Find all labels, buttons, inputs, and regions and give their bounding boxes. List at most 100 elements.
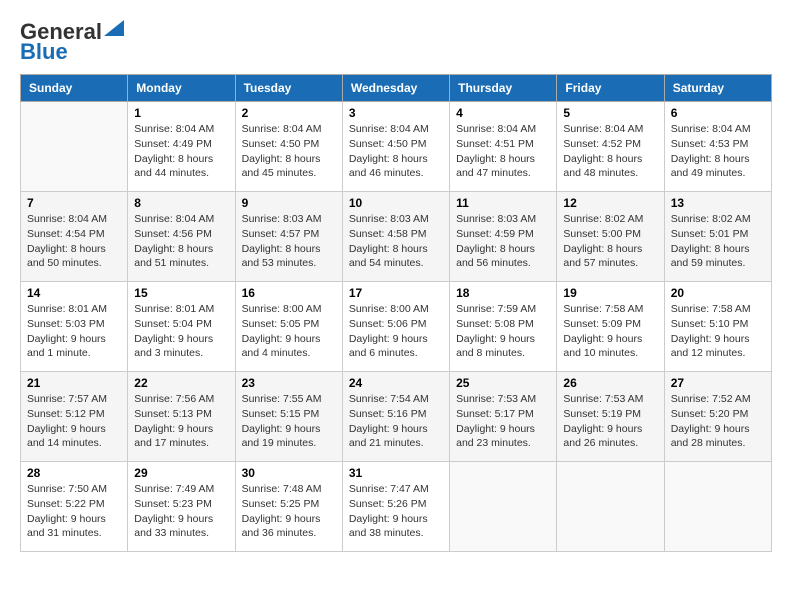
day-info: Sunrise: 8:04 AMSunset: 4:51 PMDaylight:… [456, 122, 550, 181]
day-number: 8 [134, 196, 228, 210]
calendar-cell: 31Sunrise: 7:47 AMSunset: 5:26 PMDayligh… [342, 462, 449, 552]
calendar-cell: 20 Sunrise: 7:58 AMSunset: 5:10 PMDayligh… [664, 282, 771, 372]
calendar-cell: 27 Sunrise: 7:52 AMSunset: 5:20 PMDayligh… [664, 372, 771, 462]
calendar-cell: 10Sunrise: 8:03 AMSunset: 4:58 PMDayligh… [342, 192, 449, 282]
day-number: 7 [27, 196, 121, 210]
day-number: 5 [563, 106, 657, 120]
week-row-2: 7Sunrise: 8:04 AMSunset: 4:54 PMDaylight… [21, 192, 772, 282]
day-number: 26 [563, 376, 657, 390]
day-number: 25 [456, 376, 550, 390]
calendar-cell: 8 Sunrise: 8:04 AMSunset: 4:56 PMDaylight… [128, 192, 235, 282]
day-info: Sunrise: 8:03 AMSunset: 4:58 PMDaylight:… [349, 212, 443, 271]
day-number: 19 [563, 286, 657, 300]
day-number: 3 [349, 106, 443, 120]
logo-icon [104, 20, 124, 36]
day-number: 28 [27, 466, 121, 480]
calendar-cell: 25 Sunrise: 7:53 AMSunset: 5:17 PMDayligh… [450, 372, 557, 462]
calendar-cell: 16Sunrise: 8:00 AMSunset: 5:05 PMDayligh… [235, 282, 342, 372]
day-info: Sunrise: 7:49 AMSunset: 5:23 PMDaylight:… [134, 482, 228, 541]
header-wednesday: Wednesday [342, 75, 449, 102]
day-info: Sunrise: 8:04 AMSunset: 4:50 PMDaylight:… [349, 122, 443, 181]
header-sunday: Sunday [21, 75, 128, 102]
header-saturday: Saturday [664, 75, 771, 102]
day-info: Sunrise: 8:04 AMSunset: 4:53 PMDaylight:… [671, 122, 765, 181]
day-info: Sunrise: 8:01 AMSunset: 5:03 PMDaylight:… [27, 302, 121, 361]
calendar-cell: 29Sunrise: 7:49 AMSunset: 5:23 PMDayligh… [128, 462, 235, 552]
day-info: Sunrise: 7:55 AMSunset: 5:15 PMDaylight:… [242, 392, 336, 451]
week-row-4: 21 Sunrise: 7:57 AMSunset: 5:12 PMDayligh… [21, 372, 772, 462]
logo: General Blue [20, 20, 124, 64]
calendar-cell: 11 Sunrise: 8:03 AMSunset: 4:59 PMDayligh… [450, 192, 557, 282]
day-number: 22 [134, 376, 228, 390]
day-number: 1 [134, 106, 228, 120]
day-info: Sunrise: 7:50 AMSunset: 5:22 PMDaylight:… [27, 482, 121, 541]
calendar-cell: 19 Sunrise: 7:58 AMSunset: 5:09 PMDayligh… [557, 282, 664, 372]
header-tuesday: Tuesday [235, 75, 342, 102]
day-info: Sunrise: 8:04 AMSunset: 4:56 PMDaylight:… [134, 212, 228, 271]
day-number: 31 [349, 466, 443, 480]
header-monday: Monday [128, 75, 235, 102]
day-info: Sunrise: 8:02 AMSunset: 5:01 PMDaylight:… [671, 212, 765, 271]
day-info: Sunrise: 7:58 AMSunset: 5:10 PMDaylight:… [671, 302, 765, 361]
calendar-cell: 14 Sunrise: 8:01 AMSunset: 5:03 PMDayligh… [21, 282, 128, 372]
calendar-cell: 21 Sunrise: 7:57 AMSunset: 5:12 PMDayligh… [21, 372, 128, 462]
day-number: 9 [242, 196, 336, 210]
week-row-3: 14 Sunrise: 8:01 AMSunset: 5:03 PMDayligh… [21, 282, 772, 372]
day-number: 6 [671, 106, 765, 120]
day-number: 17 [349, 286, 443, 300]
calendar-cell: 23Sunrise: 7:55 AMSunset: 5:15 PMDayligh… [235, 372, 342, 462]
day-info: Sunrise: 8:04 AMSunset: 4:50 PMDaylight:… [242, 122, 336, 181]
day-number: 20 [671, 286, 765, 300]
calendar-cell: 30 Sunrise: 7:48 AMSunset: 5:25 PMDayligh… [235, 462, 342, 552]
day-number: 21 [27, 376, 121, 390]
day-info: Sunrise: 7:53 AMSunset: 5:19 PMDaylight:… [563, 392, 657, 451]
day-info: Sunrise: 8:04 AMSunset: 4:52 PMDaylight:… [563, 122, 657, 181]
calendar-cell: 13 Sunrise: 8:02 AMSunset: 5:01 PMDayligh… [664, 192, 771, 282]
day-number: 27 [671, 376, 765, 390]
day-info: Sunrise: 8:03 AMSunset: 4:59 PMDaylight:… [456, 212, 550, 271]
week-row-1: 1Sunrise: 8:04 AMSunset: 4:49 PMDaylight… [21, 102, 772, 192]
day-info: Sunrise: 8:02 AMSunset: 5:00 PMDaylight:… [563, 212, 657, 271]
day-number: 14 [27, 286, 121, 300]
calendar-cell: 17 Sunrise: 8:00 AMSunset: 5:06 PMDayligh… [342, 282, 449, 372]
day-info: Sunrise: 7:52 AMSunset: 5:20 PMDaylight:… [671, 392, 765, 451]
day-info: Sunrise: 8:00 AMSunset: 5:06 PMDaylight:… [349, 302, 443, 361]
calendar-cell: 7Sunrise: 8:04 AMSunset: 4:54 PMDaylight… [21, 192, 128, 282]
calendar-cell: 9Sunrise: 8:03 AMSunset: 4:57 PMDaylight… [235, 192, 342, 282]
header-row: SundayMondayTuesdayWednesdayThursdayFrid… [21, 75, 772, 102]
calendar-cell: 4 Sunrise: 8:04 AMSunset: 4:51 PMDaylight… [450, 102, 557, 192]
calendar-cell: 15Sunrise: 8:01 AMSunset: 5:04 PMDayligh… [128, 282, 235, 372]
calendar-cell: 6 Sunrise: 8:04 AMSunset: 4:53 PMDaylight… [664, 102, 771, 192]
day-number: 2 [242, 106, 336, 120]
calendar-table: SundayMondayTuesdayWednesdayThursdayFrid… [20, 74, 772, 552]
day-info: Sunrise: 7:48 AMSunset: 5:25 PMDaylight:… [242, 482, 336, 541]
calendar-cell: 1Sunrise: 8:04 AMSunset: 4:49 PMDaylight… [128, 102, 235, 192]
day-info: Sunrise: 7:53 AMSunset: 5:17 PMDaylight:… [456, 392, 550, 451]
day-info: Sunrise: 7:59 AMSunset: 5:08 PMDaylight:… [456, 302, 550, 361]
calendar-cell: 3 Sunrise: 8:04 AMSunset: 4:50 PMDaylight… [342, 102, 449, 192]
day-info: Sunrise: 7:57 AMSunset: 5:12 PMDaylight:… [27, 392, 121, 451]
day-number: 12 [563, 196, 657, 210]
calendar-cell: 2 Sunrise: 8:04 AMSunset: 4:50 PMDaylight… [235, 102, 342, 192]
day-info: Sunrise: 7:56 AMSunset: 5:13 PMDaylight:… [134, 392, 228, 451]
day-number: 15 [134, 286, 228, 300]
calendar-cell: 12 Sunrise: 8:02 AMSunset: 5:00 PMDayligh… [557, 192, 664, 282]
logo-blue: Blue [20, 40, 68, 64]
calendar-cell: 26 Sunrise: 7:53 AMSunset: 5:19 PMDayligh… [557, 372, 664, 462]
calendar-cell: 28 Sunrise: 7:50 AMSunset: 5:22 PMDayligh… [21, 462, 128, 552]
calendar-cell: 5 Sunrise: 8:04 AMSunset: 4:52 PMDaylight… [557, 102, 664, 192]
day-number: 4 [456, 106, 550, 120]
week-row-5: 28 Sunrise: 7:50 AMSunset: 5:22 PMDayligh… [21, 462, 772, 552]
calendar-cell [664, 462, 771, 552]
header-thursday: Thursday [450, 75, 557, 102]
day-info: Sunrise: 7:58 AMSunset: 5:09 PMDaylight:… [563, 302, 657, 361]
day-info: Sunrise: 7:54 AMSunset: 5:16 PMDaylight:… [349, 392, 443, 451]
day-number: 13 [671, 196, 765, 210]
day-number: 18 [456, 286, 550, 300]
header-friday: Friday [557, 75, 664, 102]
day-number: 11 [456, 196, 550, 210]
calendar-cell: 24Sunrise: 7:54 AMSunset: 5:16 PMDayligh… [342, 372, 449, 462]
calendar-cell [21, 102, 128, 192]
day-number: 30 [242, 466, 336, 480]
calendar-cell [557, 462, 664, 552]
